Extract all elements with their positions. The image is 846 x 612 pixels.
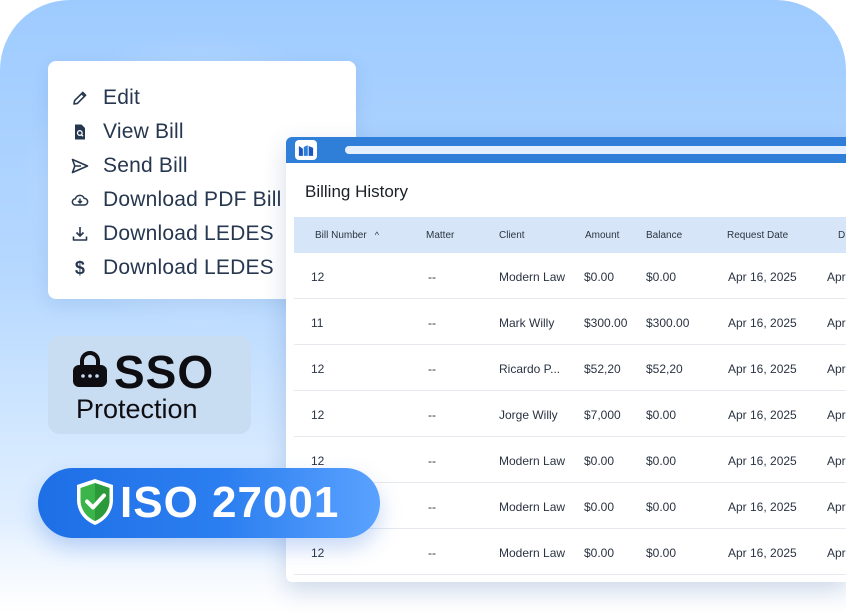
- shield-check-icon: [77, 479, 113, 525]
- table-row[interactable]: 12 -- Modern Law $0.00 $0.00 Apr 16, 202…: [294, 529, 846, 575]
- menu-item-view-bill[interactable]: View Bill: [48, 115, 281, 149]
- cell-truncated: Apr: [827, 408, 846, 422]
- cell-request-date: Apr 16, 2025: [728, 362, 797, 376]
- document-search-icon: [68, 120, 92, 144]
- cell-bill-number: 12: [311, 270, 325, 284]
- cell-truncated: Apr: [827, 500, 846, 514]
- menu-item-label: Edit: [103, 86, 140, 109]
- dollar-icon: $: [74, 257, 86, 278]
- cell-client: Mark Willy: [499, 316, 555, 330]
- iso-27001-badge: ISO 27001: [38, 468, 380, 538]
- column-header-balance[interactable]: Balance: [646, 230, 682, 241]
- cell-amount: $0.00: [584, 500, 615, 514]
- table-row[interactable]: 12 -- Ricardo P... $52,20 $52,20 Apr 16,…: [294, 345, 846, 391]
- menu-item-label: Download PDF Bill: [103, 188, 282, 211]
- sso-protection-badge: SSO Protection: [48, 336, 251, 434]
- cell-client: Modern Law: [499, 500, 566, 514]
- menu-item-download-ledes-billing[interactable]: $ Download LEDES: [48, 251, 281, 285]
- cell-truncated: Apr: [827, 270, 846, 284]
- column-header-matter[interactable]: Matter: [426, 230, 454, 241]
- cell-request-date: Apr 16, 2025: [728, 270, 797, 284]
- cell-matter: --: [428, 408, 436, 422]
- column-header-client[interactable]: Client: [499, 230, 525, 241]
- menu-item-label: Download LEDES: [103, 222, 274, 245]
- sort-arrow-icon[interactable]: ^: [375, 230, 379, 240]
- menu-item-label: Download LEDES: [103, 256, 274, 279]
- cell-bill-number: 12: [311, 408, 325, 422]
- cell-matter: --: [428, 500, 436, 514]
- column-header-truncated[interactable]: D: [838, 230, 845, 241]
- menu-item-edit[interactable]: Edit: [48, 81, 281, 115]
- cell-balance: $0.00: [646, 454, 677, 468]
- menu-item-label: View Bill: [103, 120, 184, 143]
- cell-bill-number: 12: [311, 362, 325, 376]
- table-header: Bill Number ^ Matter Client Amount Balanc…: [294, 217, 846, 253]
- cell-truncated: Apr: [827, 454, 846, 468]
- cell-balance: $0.00: [646, 270, 677, 284]
- pencil-icon: [68, 86, 92, 110]
- cell-amount: $0.00: [584, 454, 615, 468]
- cloud-download-icon: [68, 188, 92, 212]
- column-header-amount[interactable]: Amount: [585, 230, 619, 241]
- address-bar[interactable]: [345, 146, 846, 154]
- column-header-bill-number[interactable]: Bill Number ^: [315, 230, 379, 241]
- cell-amount: $0.00: [584, 270, 615, 284]
- cell-bill-number: 12: [311, 546, 325, 560]
- page-title: Billing History: [305, 182, 408, 201]
- cell-request-date: Apr 16, 2025: [728, 316, 797, 330]
- cell-amount: $0.00: [584, 546, 615, 560]
- cell-client: Modern Law: [499, 270, 566, 284]
- cell-client: Modern Law: [499, 546, 566, 560]
- cell-balance: $0.00: [646, 500, 677, 514]
- cell-matter: --: [428, 270, 436, 284]
- table-row[interactable]: 12 -- Jorge Willy $7,000 $0.00 Apr 16, 2…: [294, 391, 846, 437]
- cell-request-date: Apr 16, 2025: [728, 454, 797, 468]
- column-header-request-date[interactable]: Request Date: [727, 230, 788, 241]
- cell-balance: $300.00: [646, 316, 690, 330]
- cell-client: Modern Law: [499, 454, 566, 468]
- table-row[interactable]: 11 -- Mark Willy $300.00 $300.00 Apr 16,…: [294, 299, 846, 345]
- sso-subtitle: Protection: [76, 394, 198, 424]
- billing-table: Bill Number ^ Matter Client Amount Balanc…: [294, 217, 846, 575]
- app-logo-icon: [295, 140, 317, 160]
- table-row[interactable]: 12 -- Modern Law $0.00 $0.00 Apr 16, 202…: [294, 253, 846, 299]
- cell-balance: $0.00: [646, 408, 677, 422]
- cell-balance: $52,20: [646, 362, 683, 376]
- download-icon: [68, 222, 92, 246]
- menu-item-send-bill[interactable]: Send Bill: [48, 149, 281, 183]
- cell-request-date: Apr 16, 2025: [728, 546, 797, 560]
- cell-client: Ricardo P...: [499, 362, 561, 376]
- menu-item-download-ledes[interactable]: Download LEDES: [48, 217, 281, 251]
- cell-matter: --: [428, 546, 436, 560]
- cell-request-date: Apr 16, 2025: [728, 500, 797, 514]
- cell-truncated: Apr: [827, 546, 846, 560]
- cell-amount: $300.00: [584, 316, 628, 330]
- cell-request-date: Apr 16, 2025: [728, 408, 797, 422]
- sso-title: SSO: [114, 346, 215, 398]
- send-icon: [68, 154, 92, 178]
- cell-bill-number: 11: [311, 316, 324, 330]
- cell-client: Jorge Willy: [499, 408, 558, 422]
- iso-label: ISO 27001: [120, 478, 340, 527]
- cell-amount: $7,000: [584, 408, 621, 422]
- cell-truncated: Apr: [827, 362, 846, 376]
- cell-matter: --: [428, 316, 436, 330]
- cell-matter: --: [428, 362, 436, 376]
- table-row[interactable]: 12 -- Modern Law $0.00 $0.00 Apr 16, 202…: [294, 437, 846, 483]
- cell-bill-number: 12: [311, 454, 325, 468]
- menu-item-download-pdf[interactable]: Download PDF Bill: [48, 183, 281, 217]
- lock-icon: [73, 351, 107, 387]
- menu-list: Edit View Bill Send Bill Download PDF Bi…: [48, 81, 281, 285]
- cell-amount: $52,20: [584, 362, 621, 376]
- window-title-bar: [286, 137, 846, 163]
- cell-balance: $0.00: [646, 546, 677, 560]
- cell-matter: --: [428, 454, 436, 468]
- menu-item-label: Send Bill: [103, 154, 188, 177]
- cell-truncated: Apr: [827, 316, 846, 330]
